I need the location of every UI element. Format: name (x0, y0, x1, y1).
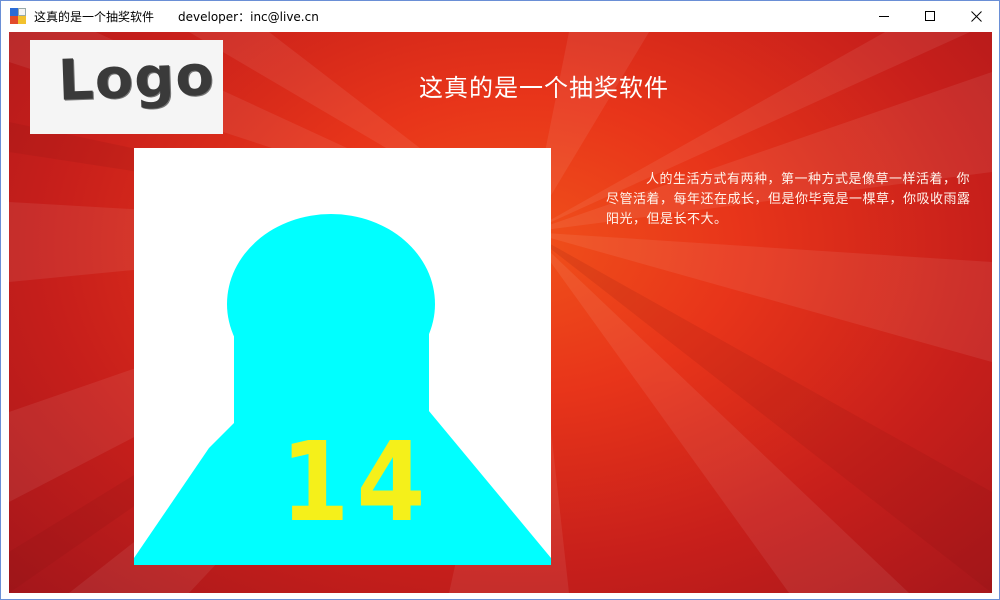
maximize-icon (925, 11, 935, 21)
close-icon (970, 10, 982, 22)
logo: Logo (30, 40, 223, 134)
minimize-button[interactable] (861, 1, 907, 31)
logo-text: Logo (56, 43, 216, 114)
minimize-icon (879, 16, 889, 17)
maximize-button[interactable] (907, 1, 953, 31)
quote-text: 人的生活方式有两种，第一种方式是像草一样活着，你尽管活着，每年还在成长，但是你毕… (606, 172, 971, 227)
window-title: 这真的是一个抽奖软件 (34, 9, 155, 24)
app-title: 这真的是一个抽奖软件 (419, 74, 669, 102)
developer-label: developer：inc@live.cn (178, 9, 319, 24)
app-icon[interactable] (10, 8, 26, 24)
winner-photo: 14 (134, 148, 551, 565)
main-content: Logo 这真的是一个抽奖软件 14 人的生活方式有两种，第一种方式是像草一样活… (9, 32, 992, 593)
close-button[interactable] (953, 1, 999, 31)
draw-number: 14 (280, 418, 433, 546)
window-controls (861, 1, 999, 31)
app-window: 这真的是一个抽奖软件 developer：inc@live.cn Logo 这真… (0, 0, 1000, 600)
title-bar[interactable]: 这真的是一个抽奖软件 developer：inc@live.cn (1, 1, 999, 31)
